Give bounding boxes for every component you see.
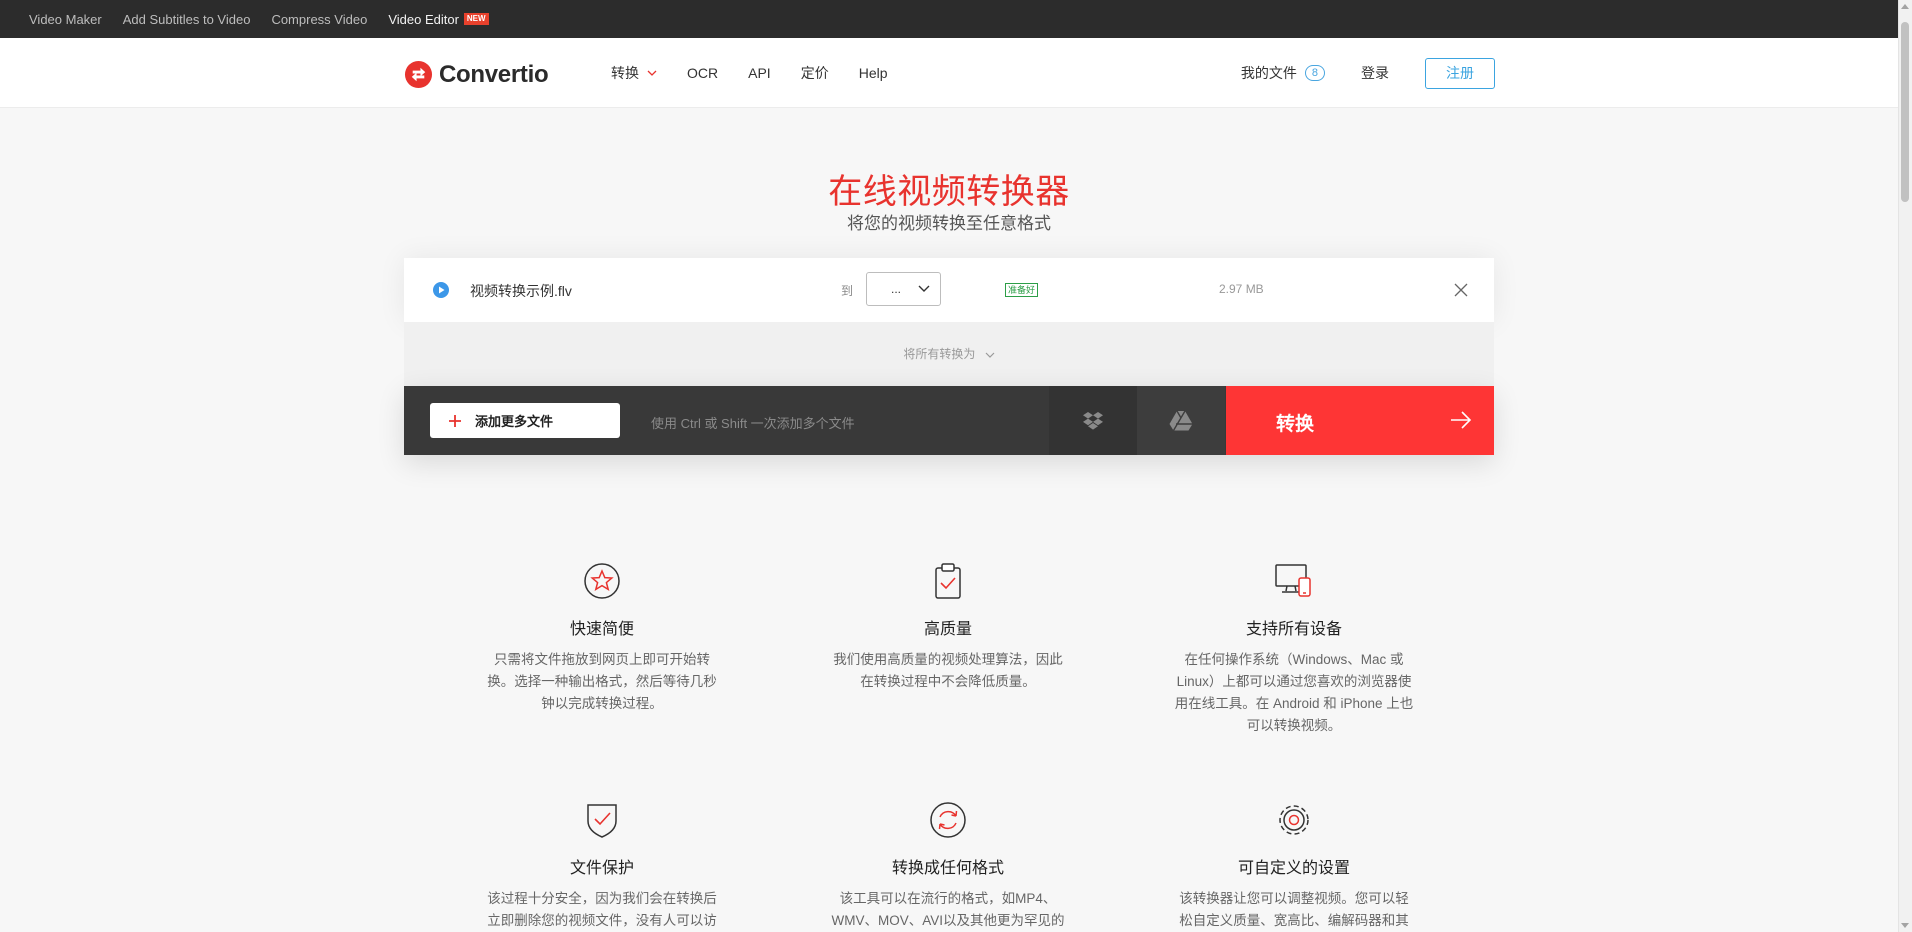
feature-file-protection: 文件保护 该过程十分安全，因为我们会在转换后立即删除您的视频文件，没有人可以访 — [472, 799, 732, 932]
new-badge: NEW — [463, 13, 489, 25]
gear-icon — [1279, 805, 1309, 835]
google-drive-icon — [1169, 410, 1193, 431]
status-badge: 准备好 — [1005, 283, 1039, 297]
feature-custom-settings: 可自定义的设置 该转换器让您可以调整视频。您可以轻松自定义质量、宽高比、编解码器… — [1164, 799, 1424, 932]
to-label: 到 — [841, 284, 854, 298]
page-scrollbar[interactable] — [1898, 0, 1912, 932]
file-row: 视频转换示例.flv 到 ... 准备好 2.97 MB — [404, 258, 1494, 322]
chevron-down-icon — [985, 352, 995, 358]
feature-title: 支持所有设备 — [1245, 621, 1342, 638]
file-name: 视频转换示例.flv — [470, 283, 572, 299]
output-format-select[interactable]: ... — [866, 272, 941, 306]
file-size: 2.97 MB — [1219, 282, 1264, 296]
feature-all-devices: 支持所有设备 在任何操作系统（Windows、Mac 或 Linux）上都可以通… — [1164, 560, 1424, 737]
convert-button[interactable]: 转换 — [1226, 386, 1494, 455]
topbar-link-video-editor[interactable]: Video Editor NEW — [388, 11, 489, 27]
feature-any-format: 转换成任何格式 该工具可以在流行的格式，如MP4、WMV、MOV、AVI以及其他… — [818, 799, 1078, 932]
convert-button-label: 转换 — [1276, 414, 1315, 435]
nav-pricing[interactable]: 定价 — [801, 63, 829, 83]
feature-description: 在任何操作系统（Windows、Mac 或 Linux）上都可以通过您喜欢的浏览… — [1174, 652, 1414, 733]
devices-icon — [1275, 564, 1311, 597]
close-icon[interactable] — [1453, 282, 1469, 298]
refresh-icon — [930, 802, 966, 838]
my-files-link[interactable]: 我的文件 8 — [1241, 63, 1325, 83]
feature-title: 可自定义的设置 — [1237, 860, 1350, 877]
nav-api[interactable]: API — [748, 65, 771, 81]
top-links-bar: Video Maker Add Subtitles to Video Compr… — [0, 0, 1912, 38]
topbar-link-add-subtitles[interactable]: Add Subtitles to Video — [123, 12, 251, 27]
scroll-down-arrow-icon[interactable] — [1901, 923, 1909, 928]
main-nav: 转换 OCR API 定价 Help — [611, 38, 918, 108]
arrow-right-icon — [1451, 411, 1472, 429]
convert-all-label: 将所有转换为 — [903, 347, 976, 361]
feature-description: 该工具可以在流行的格式，如MP4、WMV、MOV、AVI以及其他更为罕见的格 — [831, 891, 1065, 928]
nav-convert-label: 转换 — [611, 65, 639, 81]
nav-ocr[interactable]: OCR — [687, 65, 718, 81]
dropbox-icon — [1083, 411, 1103, 430]
output-format-value: ... — [891, 282, 902, 296]
chevron-down-icon — [918, 285, 930, 292]
chevron-down-icon — [647, 70, 657, 76]
site-header: Convertio 转换 OCR API 定价 Help 我的文件 8 登录 注… — [0, 38, 1912, 108]
feature-description: 该过程十分安全，因为我们会在转换后立即删除您的视频文件，没有人可以访 — [487, 891, 717, 928]
google-drive-button[interactable] — [1137, 386, 1225, 455]
my-files-label: 我的文件 — [1240, 65, 1297, 81]
feature-description: 只需将文件拖放到网页上即可开始转换。选择一种输出格式，然后等待几秒钟以完成转换过… — [487, 652, 717, 711]
my-files-count-badge: 8 — [1304, 65, 1325, 81]
nav-help[interactable]: Help — [859, 65, 888, 81]
page-title: 在线视频转换器 — [828, 173, 1070, 211]
feature-description: 该转换器让您可以调整视频。您可以轻松自定义质量、宽高比、编解码器和其 — [1179, 891, 1409, 928]
clipboard-check-icon — [935, 563, 961, 599]
feature-title: 转换成任何格式 — [891, 860, 1004, 877]
login-link[interactable]: 登录 — [1361, 63, 1389, 83]
scrollbar-thumb[interactable] — [1901, 22, 1909, 202]
nav-convert[interactable]: 转换 — [611, 63, 657, 83]
logo[interactable]: Convertio — [404, 60, 549, 89]
upload-action-bar: 添加更多文件 使用 Ctrl 或 Shift 一次添加多个文件 转换 — [404, 386, 1494, 455]
topbar-link-video-maker[interactable]: Video Maker — [29, 12, 102, 27]
shield-check-icon — [587, 804, 617, 838]
page-subtitle: 将您的视频转换至任意格式 — [847, 214, 1051, 233]
feature-fast-easy: 快速简便 只需将文件拖放到网页上即可开始转换。选择一种输出格式，然后等待几秒钟以… — [472, 560, 732, 715]
topbar-link-compress-video[interactable]: Compress Video — [271, 12, 367, 27]
feature-title: 文件保护 — [569, 860, 634, 877]
feature-high-quality: 高质量 我们使用高质量的视频处理算法，因此在转换过程中不会降低质量。 — [818, 560, 1078, 693]
convert-all-dropdown[interactable]: 将所有转换为 — [404, 322, 1494, 386]
convertio-logo-icon — [404, 60, 433, 89]
account-nav: 我的文件 8 登录 注册 — [1241, 38, 1495, 108]
feature-description: 我们使用高质量的视频处理算法，因此在转换过程中不会降低质量。 — [833, 652, 1063, 689]
multi-select-hint: 使用 Ctrl 或 Shift 一次添加多个文件 — [651, 416, 855, 431]
add-more-files-label: 添加更多文件 — [475, 414, 554, 429]
plus-icon — [449, 414, 461, 427]
signup-button[interactable]: 注册 — [1425, 57, 1495, 89]
add-more-files-button[interactable]: 添加更多文件 — [430, 403, 620, 438]
video-file-icon — [433, 282, 449, 298]
scroll-up-arrow-icon[interactable] — [1901, 4, 1909, 9]
feature-title: 高质量 — [923, 621, 972, 638]
logo-text: Convertio — [439, 60, 549, 88]
dropbox-button[interactable] — [1049, 386, 1137, 455]
feature-title: 快速简便 — [569, 621, 634, 638]
video-editor-label: Video Editor — [388, 11, 459, 27]
star-icon — [584, 563, 620, 599]
